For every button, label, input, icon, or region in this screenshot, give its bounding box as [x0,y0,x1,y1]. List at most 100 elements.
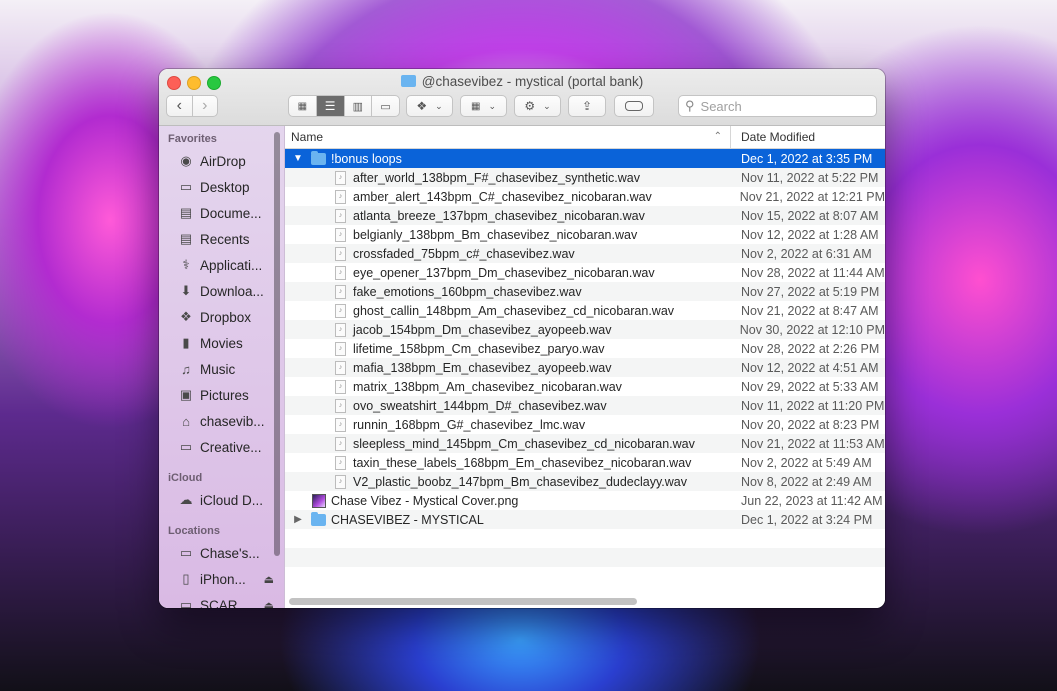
file-row[interactable]: ♪ lifetime_158bpm_Cm_chasevibez_paryo.wav… [285,339,885,358]
horizontal-scrollbar[interactable] [289,598,637,605]
sidebar-item[interactable]: ⚕ Applicati... [159,252,284,278]
sidebar-item[interactable]: ▣ Pictures [159,382,284,408]
folder-icon: ▭ [179,439,193,454]
search-field[interactable]: ⚲ [678,95,877,117]
column-header: Name ⌃ Date Modified [285,126,885,149]
view-mode-segmented: ▦ ☰ ▥ ▭ [288,95,400,117]
file-row[interactable]: ♪ mafia_138bpm_Em_chasevibez_ayopeeb.wav N… [285,358,885,377]
sidebar-scrollbar[interactable] [274,132,280,556]
file-date: Nov 2, 2022 at 5:49 AM [741,455,872,470]
chevron-right-icon: › [202,97,208,114]
disclosure-closed-icon[interactable]: ▶ [291,514,305,525]
download-icon: ⬇ [180,283,192,298]
sidebar-item[interactable]: ♫ Music [159,356,284,382]
file-list: Name ⌃ Date Modified ▼ !bonus loops Dec 1,… [285,126,885,608]
action-menu-button[interactable]: ⚙ ⌄ [514,95,561,117]
file-date: Nov 12, 2022 at 4:51 AM [741,360,879,375]
file-date: Dec 1, 2022 at 3:35 PM [741,151,873,166]
eject-icon[interactable]: ⏏ [264,573,274,586]
sidebar-item[interactable]: ▭ Chase's... [159,540,284,566]
grid-icon: ▦ [297,100,308,112]
file-row[interactable]: ♪ after_world_138bpm_F#_chasevibez_synthe… [285,168,885,187]
list-view-button[interactable]: ☰ [316,96,345,116]
name-cell: ♪ ovo_sweatshirt_144bpm_D#_chasevibez.wav [285,398,731,413]
file-name: atlanta_breeze_137bpm_chasevibez_nicobar… [353,208,645,223]
forward-button[interactable]: › [193,96,218,116]
audio-file-icon: ♪ [333,227,348,242]
file-row[interactable]: ♪ sleepless_mind_145bpm_Cm_chasevibez_cd_… [285,434,885,453]
sidebar-item-label: iCloud D... [200,492,264,508]
chevron-down-icon: ⌄ [543,100,551,111]
file-date: Nov 29, 2022 at 5:33 AM [741,379,879,394]
share-icon: ⇪ [581,99,593,113]
icon-view-button[interactable]: ▦ [289,96,317,116]
file-row[interactable]: ♪ eye_opener_137bpm_Dm_chasevibez_nicobar… [285,263,885,282]
name-column-label: Name [291,130,324,144]
sidebar-item[interactable]: ▭ Desktop [159,174,284,200]
sidebar-item-label: Creative... [200,439,262,455]
file-row[interactable]: ♪ taxin_these_labels_168bpm_Em_chasevibez… [285,453,885,472]
file-row[interactable]: ♪ matrix_138bpm_Am_chasevibez_nicobaran.w… [285,377,885,396]
file-date: Nov 15, 2022 at 8:07 AM [741,208,879,223]
file-row[interactable]: ♪ jacob_154bpm_Dm_chasevibez_ayopeeb.wav N… [285,320,885,339]
sidebar-item[interactable]: ⌂ chasevib... [159,408,284,434]
file-row[interactable]: ♪ crossfaded_75bpm_c#_chasevibez.wav Nov 2… [285,244,885,263]
file-row[interactable]: ♪ fake_emotions_160bpm_chasevibez.wav Nov … [285,282,885,301]
file-row[interactable]: ♪ atlanta_breeze_137bpm_chasevibez_nicoba… [285,206,885,225]
file-date: Dec 1, 2022 at 3:24 PM [741,512,873,527]
sidebar-item[interactable]: ☁ iCloud D... [159,487,284,513]
file-row[interactable]: ♪ amber_alert_143bpm_C#_chasevibez_nicoba… [285,187,885,206]
sidebar-item-label: Docume... [200,205,262,221]
sidebar-item[interactable]: ▤ Recents [159,226,284,252]
file-name: mafia_138bpm_Em_chasevibez_ayopeeb.wav [353,360,612,375]
audio-file-icon: ♪ [333,379,348,394]
column-view-button[interactable]: ▥ [345,96,373,116]
share-button[interactable]: ⇪ [568,95,606,117]
search-input[interactable] [698,97,863,115]
file-row[interactable]: ♪ runnin_168bpm_G#_chasevibez_lmc.wav Nov … [285,415,885,434]
group-menu-button[interactable]: ▦ ⌄ [460,95,507,117]
audio-file-icon: ♪ [333,455,348,470]
sidebar-item[interactable]: ▮ Movies [159,330,284,356]
music-icon: ♫ [181,361,191,377]
disclosure-open-icon[interactable]: ▼ [291,153,305,164]
name-cell: ♪ ghost_callin_148bpm_Am_chasevibez_cd_ni… [285,303,731,318]
tags-button[interactable] [614,95,654,117]
finder-window: @chasevibez - mystical (portal bank) ‹ ›… [159,69,885,608]
file-row[interactable]: ♪ belgianly_138bpm_Bm_chasevibez_nicobara… [285,225,885,244]
file-row[interactable]: ♪ ovo_sweatshirt_144bpm_D#_chasevibez.wav… [285,396,885,415]
sidebar-item[interactable]: ▭ Creative... [159,434,284,460]
sidebar-item-label: Desktop [200,179,250,195]
name-cell: ♪ taxin_these_labels_168bpm_Em_chasevibez… [285,455,731,470]
file-date: Nov 20, 2022 at 8:23 PM [741,417,880,432]
sidebar-item[interactable]: ▭ SCAR... ⏏ [159,592,284,608]
dropbox-menu-button[interactable]: ❖ ⌄ [406,95,453,117]
name-column-header[interactable]: Name ⌃ [285,126,731,148]
name-cell: ▼ !bonus loops [285,151,731,166]
file-name: amber_alert_143bpm_C#_chasevibez_nicobar… [353,189,652,204]
file-name: runnin_168bpm_G#_chasevibez_lmc.wav [353,417,586,432]
file-row[interactable]: ▶ CHASEVIBEZ - MYSTICAL Dec 1, 2022 at 3:2… [285,510,885,529]
date-column-header[interactable]: Date Modified [731,126,815,148]
recents-icon: ▤ [179,231,193,246]
empty-row [285,529,885,548]
gallery-view-button[interactable]: ▭ [372,96,399,116]
audio-file-icon: ♪ [333,474,348,489]
sidebar-item[interactable]: ▯ iPhon... ⏏ [159,566,284,592]
file-name: !bonus loops [331,151,402,166]
file-row[interactable]: Chase Vibez - Mystical Cover.png Jun 22, … [285,491,885,510]
back-button[interactable]: ‹ [167,96,193,116]
sidebar-item[interactable]: ▤ Docume... [159,200,284,226]
file-row[interactable]: ♪ V2_plastic_boobz_147bpm_Bm_chasevibez_d… [285,472,885,491]
eject-icon[interactable]: ⏏ [264,599,274,609]
home-icon: ⌂ [182,413,190,429]
group-icon: ▦ [471,100,481,112]
sidebar-item[interactable]: ◉ AirDrop [159,148,284,174]
file-row[interactable]: ▼ !bonus loops Dec 1, 2022 at 3:35 PM [285,149,885,168]
name-cell: Chase Vibez - Mystical Cover.png [285,493,731,508]
file-name: ghost_callin_148bpm_Am_chasevibez_cd_nic… [353,303,675,318]
sidebar-item[interactable]: ⬇ Downloa... [159,278,284,304]
file-row[interactable]: ♪ ghost_callin_148bpm_Am_chasevibez_cd_ni… [285,301,885,320]
sidebar-item[interactable]: ❖ Dropbox [159,304,284,330]
sidebar-item-label: chasevib... [200,413,265,429]
